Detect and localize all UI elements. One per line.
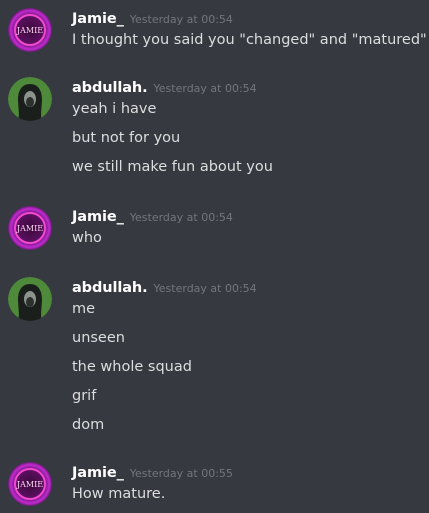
message-header: Jamie_ Yesterday at 00:54 <box>72 206 233 228</box>
message-header: Jamie_ Yesterday at 00:55 <box>72 462 233 484</box>
message-header: abdullah. Yesterday at 00:54 <box>72 277 257 299</box>
message-text: How mature. <box>72 486 166 502</box>
username[interactable]: abdullah. <box>72 280 148 296</box>
message-text: who <box>72 230 102 246</box>
message-text: unseen <box>72 330 125 346</box>
jamie-avatar[interactable]: JAMIE <box>8 462 52 506</box>
jamie-neon-avatar-icon: JAMIE <box>8 462 52 506</box>
timestamp: Yesterday at 00:54 <box>153 282 257 295</box>
avatar-lettering: JAMIE <box>16 26 43 35</box>
message-text: the whole squad <box>72 359 192 375</box>
avatar-lettering: JAMIE <box>16 224 43 233</box>
message-text: grif <box>72 388 97 404</box>
username[interactable]: Jamie_ <box>72 209 124 225</box>
avatar-lettering: JAMIE <box>16 480 43 489</box>
abdullah-avatar[interactable] <box>8 77 52 121</box>
chat-message-list: JAMIE Jamie_ Yesterday at 00:54 I thought… <box>0 0 429 513</box>
jamie-avatar[interactable]: JAMIE <box>8 206 52 250</box>
username[interactable]: Jamie_ <box>72 465 124 481</box>
timestamp: Yesterday at 00:54 <box>129 13 233 26</box>
message-text: but not for you <box>72 130 181 146</box>
message-text: dom <box>72 417 105 433</box>
username[interactable]: Jamie_ <box>72 11 124 27</box>
message-header: Jamie_ Yesterday at 00:54 <box>72 8 233 30</box>
jamie-neon-avatar-icon: JAMIE <box>8 206 52 250</box>
message-text: I thought you said you "changed" and "ma… <box>72 32 427 48</box>
username[interactable]: abdullah. <box>72 80 148 96</box>
timestamp: Yesterday at 00:55 <box>129 467 233 480</box>
message-text: me <box>72 301 96 317</box>
jamie-neon-avatar-icon: JAMIE <box>8 8 52 52</box>
timestamp: Yesterday at 00:54 <box>129 211 233 224</box>
hooded-figure-avatar-icon <box>8 77 52 121</box>
message-text: yeah i have <box>72 101 157 117</box>
abdullah-avatar[interactable] <box>8 277 52 321</box>
timestamp: Yesterday at 00:54 <box>153 82 257 95</box>
message-text: we still make fun about you <box>72 159 273 175</box>
jamie-avatar[interactable]: JAMIE <box>8 8 52 52</box>
hooded-figure-avatar-icon <box>8 277 52 321</box>
message-header: abdullah. Yesterday at 00:54 <box>72 77 257 99</box>
